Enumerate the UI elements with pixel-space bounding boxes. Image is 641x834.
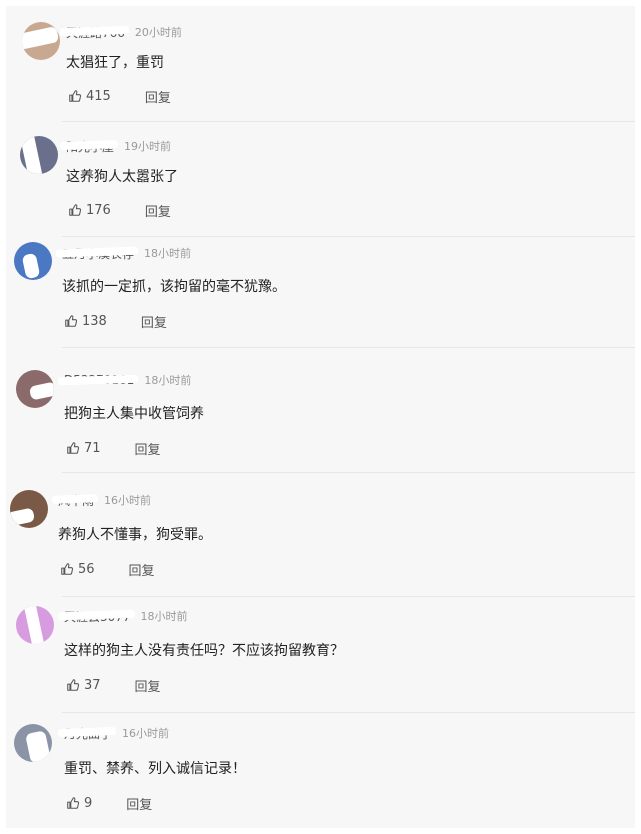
divider [62, 236, 635, 237]
like-button[interactable]: 37 [66, 678, 101, 693]
username[interactable]: 月光曲子 [64, 725, 112, 742]
timestamp: 20小时前 [134, 26, 182, 39]
comment-text: 养狗人不懂事，狗受罪。 [58, 527, 212, 543]
username[interactable]: 阳光小屋 [66, 138, 114, 155]
reply-button[interactable]: 回复 [145, 87, 171, 106]
like-count: 71 [84, 440, 101, 456]
timestamp: 18小时前 [144, 374, 192, 387]
like-count: 138 [82, 313, 107, 329]
username[interactable]: 天涯路766 [66, 24, 125, 41]
like-button[interactable]: 176 [68, 203, 111, 218]
username[interactable]: 五月小溪长存 [62, 245, 134, 262]
timestamp: 18小时前 [144, 247, 192, 260]
reply-button[interactable]: 回复 [129, 560, 155, 579]
like-button[interactable]: 138 [64, 314, 107, 329]
thumbs-up-icon [65, 315, 78, 327]
like-button[interactable]: 415 [68, 89, 111, 104]
like-button[interactable]: 71 [66, 441, 101, 456]
username[interactable]: 风中雨 [58, 492, 94, 509]
thumbs-up-icon [67, 797, 80, 809]
divider [62, 347, 635, 348]
comment-text: 这样的狗主人没有责任吗？不应该拘留教育？ [64, 643, 344, 659]
divider [62, 712, 635, 713]
timestamp: 18小时前 [140, 610, 188, 623]
thumbs-up-icon [67, 442, 80, 454]
avatar[interactable] [16, 606, 54, 644]
avatar[interactable] [14, 724, 52, 762]
like-count: 56 [78, 561, 95, 577]
comment-text: 把狗主人集中收管饲养 [64, 406, 204, 422]
timestamp: 16小时前 [104, 494, 152, 507]
like-button[interactable]: 56 [60, 562, 95, 577]
divider [62, 472, 635, 473]
comment-text: 该抓的一定抓，该拘留的毫不犹豫。 [62, 279, 286, 295]
reply-button[interactable]: 回复 [135, 676, 161, 695]
comment-text: 重罚、禁养、列入诚信记录！ [64, 761, 246, 777]
username[interactable]: D53270161 [64, 373, 134, 387]
thumbs-up-icon [69, 204, 82, 216]
reply-button[interactable]: 回复 [126, 794, 152, 813]
reply-button[interactable]: 回复 [145, 201, 171, 220]
avatar[interactable] [14, 242, 52, 280]
avatar[interactable] [22, 22, 60, 60]
divider [62, 121, 635, 122]
avatar[interactable] [10, 490, 48, 528]
reply-button[interactable]: 回复 [135, 439, 161, 458]
username[interactable]: 天涯云3077 [64, 608, 131, 625]
comments-panel: 天涯路766 20小时前 太猖狂了，重罚 415 回复 阳光小屋 19小时前 这… [6, 6, 635, 828]
thumbs-up-icon [61, 563, 74, 575]
comment-text: 这养狗人太嚣张了 [66, 169, 178, 185]
divider [62, 596, 635, 597]
thumbs-up-icon [69, 90, 82, 102]
timestamp: 19小时前 [124, 140, 172, 153]
thumbs-up-icon [67, 679, 80, 691]
like-count: 37 [84, 677, 101, 693]
comment-text: 太猖狂了，重罚 [66, 55, 164, 71]
like-count: 9 [84, 795, 93, 811]
timestamp: 16小时前 [122, 727, 170, 740]
like-button[interactable]: 9 [66, 796, 92, 811]
reply-button[interactable]: 回复 [141, 312, 167, 331]
avatar[interactable] [20, 136, 58, 174]
like-count: 415 [86, 88, 111, 104]
like-count: 176 [86, 202, 111, 218]
avatar[interactable] [16, 370, 54, 408]
